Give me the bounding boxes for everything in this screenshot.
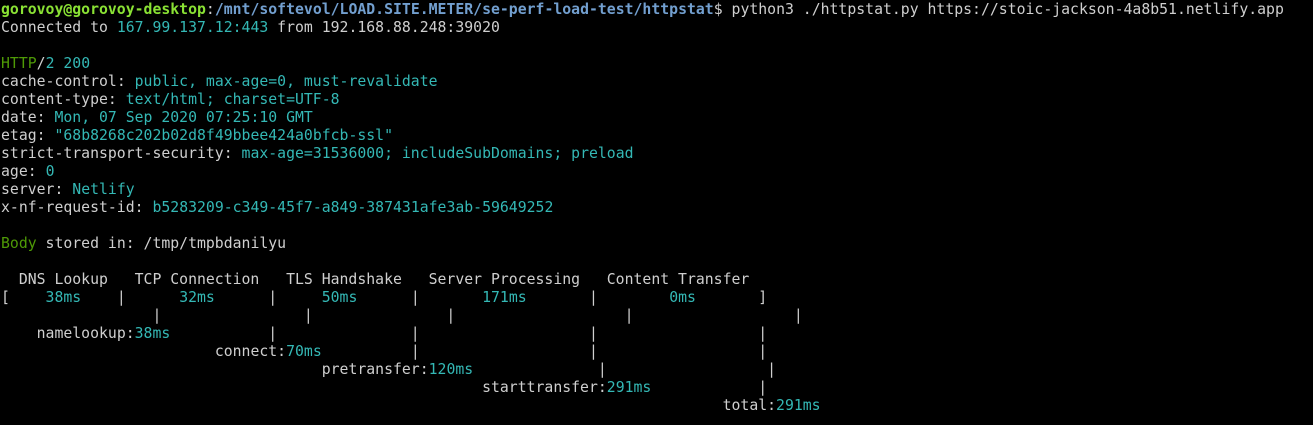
timing-cumulative-line: total:291ms xyxy=(1,397,1313,415)
header-line: content-type: text/html; charset=UTF-8 xyxy=(1,91,340,108)
header-value: text/html; charset=UTF-8 xyxy=(125,91,340,108)
command-line: gorovoy@gorovoy-desktop:/mnt/softevol/LO… xyxy=(1,1,1313,19)
total-label: total: xyxy=(722,397,777,414)
prompt-user-host: gorovoy@gorovoy-desktop xyxy=(1,1,206,18)
http-slash: / xyxy=(36,55,46,72)
timing-separator: | | | | | xyxy=(1,307,803,324)
header-line: x-nf-request-id: b5283209-c349-45f7-a849… xyxy=(1,199,554,216)
terminal-window[interactable]: gorovoy@gorovoy-desktop:/mnt/softevol/LO… xyxy=(0,0,1313,425)
header-value: Netlify xyxy=(72,181,135,198)
header-key: server xyxy=(1,181,55,198)
http-status-line: HTTP/2 200 xyxy=(1,55,1313,73)
prompt-separator: : xyxy=(205,1,215,18)
header-value: "68b8268c202b02d8f49bbee424a0bfcb-ssl" xyxy=(54,127,393,144)
timing-cumulative-line: namelookup:38ms | | | | xyxy=(36,325,768,342)
header-value: public, max-age=0, must-revalidate xyxy=(134,73,438,90)
http-status: 2 200 xyxy=(45,55,91,72)
connect-label: connect: xyxy=(214,343,287,360)
http-protocol: HTTP xyxy=(1,55,37,72)
total-value: 291ms xyxy=(776,397,821,414)
header-line: etag: "68b8268c202b02d8f49bbee424a0bfcb-… xyxy=(1,127,393,144)
header-key: etag xyxy=(1,127,37,144)
server-duration: 171ms xyxy=(482,289,527,306)
local-address: from 192.168.88.248:39020 xyxy=(268,19,500,36)
namelookup-value: 38ms xyxy=(134,325,171,342)
timing-header: DNS Lookup TCP Connection TLS Handshake … xyxy=(1,271,750,288)
body-path: stored in: /tmp/tmpbdanilyu xyxy=(36,235,287,252)
body-label: Body xyxy=(1,235,37,252)
remote-address: 167.99.137.12:443 xyxy=(116,19,269,36)
starttransfer-label: starttransfer: xyxy=(482,379,607,396)
starttransfer-value: 291ms xyxy=(606,379,652,396)
header-key: strict-transport-security xyxy=(1,145,224,162)
header-key: age xyxy=(1,163,28,180)
prompt-path: /mnt/softevol/LOAD.SITE.METER/se-perf-lo… xyxy=(214,1,714,18)
timing-durations: [ 38ms | 32ms | 50ms | 171ms | 0ms ] xyxy=(1,289,768,306)
timing-cumulative-line: pretransfer:120ms | | xyxy=(321,361,777,378)
header-line: server: Netlify xyxy=(1,181,135,198)
header-value: 0 xyxy=(45,163,55,180)
connection-prefix: Connected to xyxy=(1,19,117,36)
header-key: cache-control xyxy=(1,73,117,90)
prompt-symbol: $ xyxy=(713,1,732,18)
pretransfer-label: pretransfer: xyxy=(321,361,429,378)
tcp-duration: 32ms xyxy=(179,289,215,306)
header-line: cache-control: public, max-age=0, must-r… xyxy=(1,73,438,90)
tls-duration: 50ms xyxy=(321,289,358,306)
header-line: strict-transport-security: max-age=31536… xyxy=(1,145,634,162)
header-key: content-type xyxy=(1,91,108,108)
header-value: Mon, 07 Sep 2020 07:25:10 GMT xyxy=(54,109,313,126)
command-text: python3 ./httpstat.py https://stoic-jack… xyxy=(731,1,1284,18)
body-line: Body stored in: /tmp/tmpbdanilyu xyxy=(1,235,1313,253)
header-line: age: 0 xyxy=(1,163,55,180)
transfer-duration: 0ms xyxy=(669,289,696,306)
timing-cumulative-line: starttransfer:291ms | xyxy=(482,379,768,396)
header-value: b5283209-c349-45f7-a849-387431afe3ab-596… xyxy=(152,199,554,216)
header-value: max-age=31536000; includeSubDomains; pre… xyxy=(241,145,634,162)
header-key: date xyxy=(1,109,37,126)
timing-cumulative-line: connect:70ms | | | xyxy=(214,343,768,360)
connection-line: Connected to 167.99.137.12:443 from 192.… xyxy=(1,19,1313,37)
namelookup-label: namelookup: xyxy=(36,325,135,342)
connect-value: 70ms xyxy=(286,343,322,360)
pretransfer-value: 120ms xyxy=(428,361,474,378)
header-key: x-nf-request-id xyxy=(1,199,135,216)
dns-duration: 38ms xyxy=(45,289,82,306)
header-line: date: Mon, 07 Sep 2020 07:25:10 GMT xyxy=(1,109,313,126)
